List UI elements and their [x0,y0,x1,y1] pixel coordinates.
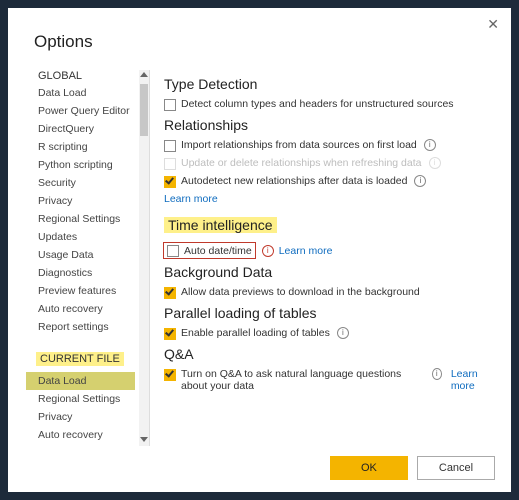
nav-list: GLOBAL Data Load Power Query Editor Dire… [26,70,139,446]
close-icon[interactable]: ✕ [487,16,499,33]
nav-global-usage-data[interactable]: Usage Data [26,246,135,264]
heading-background-data: Background Data [164,264,495,280]
content-panel: Type Detection Detect column types and h… [150,70,501,446]
learn-more-relationships[interactable]: Learn more [164,193,218,205]
heading-relationships: Relationships [164,117,495,133]
checkbox-qa[interactable] [164,369,176,381]
nav-global-r-scripting[interactable]: R scripting [26,138,135,156]
heading-time-intelligence: Time intelligence [164,217,277,233]
nav-global-regional-settings[interactable]: Regional Settings [26,210,135,228]
checkbox-update-delete-relationships [164,158,176,170]
option-autodetect-relationships[interactable]: Autodetect new relationships after data … [164,175,495,188]
option-allow-previews[interactable]: Allow data previews to download in the b… [164,286,495,299]
checkbox-auto-date-time[interactable] [167,245,179,257]
nav-global-updates[interactable]: Updates [26,228,135,246]
section-header-current-file: CURRENT FILE [36,352,124,366]
chevron-up-icon[interactable] [140,72,148,77]
nav-global-auto-recovery[interactable]: Auto recovery [26,300,135,318]
option-auto-date-time[interactable]: Auto date/time i Learn more [164,243,495,258]
nav-current-regional-settings[interactable]: Regional Settings [26,390,135,408]
nav-global-python-scripting[interactable]: Python scripting [26,156,135,174]
option-label: Auto date/time [184,245,252,257]
option-import-relationships[interactable]: Import relationships from data sources o… [164,139,495,152]
sidebar-scrollbar[interactable] [139,70,149,446]
nav-global-security[interactable]: Security [26,174,135,192]
ok-button[interactable]: OK [330,456,408,480]
checkbox-detect-column-types[interactable] [164,99,176,111]
option-detect-column-types[interactable]: Detect column types and headers for unst… [164,98,495,111]
option-label: Enable parallel loading of tables [181,327,330,339]
nav-global-preview-features[interactable]: Preview features [26,282,135,300]
option-update-delete-relationships: Update or delete relationships when refr… [164,157,495,170]
nav-global-privacy[interactable]: Privacy [26,192,135,210]
option-label: Import relationships from data sources o… [181,139,417,151]
sidebar: GLOBAL Data Load Power Query Editor Dire… [26,70,150,446]
nav-global-data-load[interactable]: Data Load [26,84,135,102]
heading-parallel-loading: Parallel loading of tables [164,305,495,321]
heading-type-detection: Type Detection [164,76,495,92]
option-label: Turn on Q&A to ask natural language ques… [181,368,425,392]
section-header-global: GLOBAL [38,70,82,82]
option-label: Update or delete relationships when refr… [181,157,422,169]
learn-more-qa[interactable]: Learn more [451,368,495,392]
nav-current-auto-recovery[interactable]: Auto recovery [26,426,135,444]
heading-qa: Q&A [164,346,495,362]
nav-current-privacy[interactable]: Privacy [26,408,135,426]
nav-global-report-settings[interactable]: Report settings [26,318,135,336]
option-qa[interactable]: Turn on Q&A to ask natural language ques… [164,368,495,392]
checkbox-allow-previews[interactable] [164,287,176,299]
nav-current-data-load[interactable]: Data Load [26,372,135,390]
nav-global-directquery[interactable]: DirectQuery [26,120,135,138]
option-parallel-loading[interactable]: Enable parallel loading of tables i [164,327,495,340]
checkbox-autodetect-relationships[interactable] [164,176,176,188]
info-icon: i [429,157,441,169]
dialog-title: Options [34,32,93,52]
dialog-footer: OK Cancel [324,456,495,480]
dialog-body: GLOBAL Data Load Power Query Editor Dire… [26,70,501,446]
info-icon[interactable]: i [337,327,349,339]
nav-global-diagnostics[interactable]: Diagnostics [26,264,135,282]
scrollbar-thumb[interactable] [140,84,148,136]
checkbox-import-relationships[interactable] [164,140,176,152]
info-icon[interactable]: i [432,368,442,380]
option-label: Detect column types and headers for unst… [181,98,454,110]
option-label: Autodetect new relationships after data … [181,175,407,187]
chevron-down-icon[interactable] [140,437,148,442]
nav-global-power-query-editor[interactable]: Power Query Editor [26,102,135,120]
info-icon[interactable]: i [414,175,426,187]
info-icon[interactable]: i [424,139,436,151]
option-label: Allow data previews to download in the b… [181,286,420,298]
cancel-button[interactable]: Cancel [417,456,495,480]
learn-more-time-intelligence[interactable]: Learn more [279,245,333,257]
info-icon[interactable]: i [262,245,274,257]
checkbox-parallel-loading[interactable] [164,328,176,340]
options-dialog: ✕ Options GLOBAL Data Load Power Query E… [8,8,511,492]
